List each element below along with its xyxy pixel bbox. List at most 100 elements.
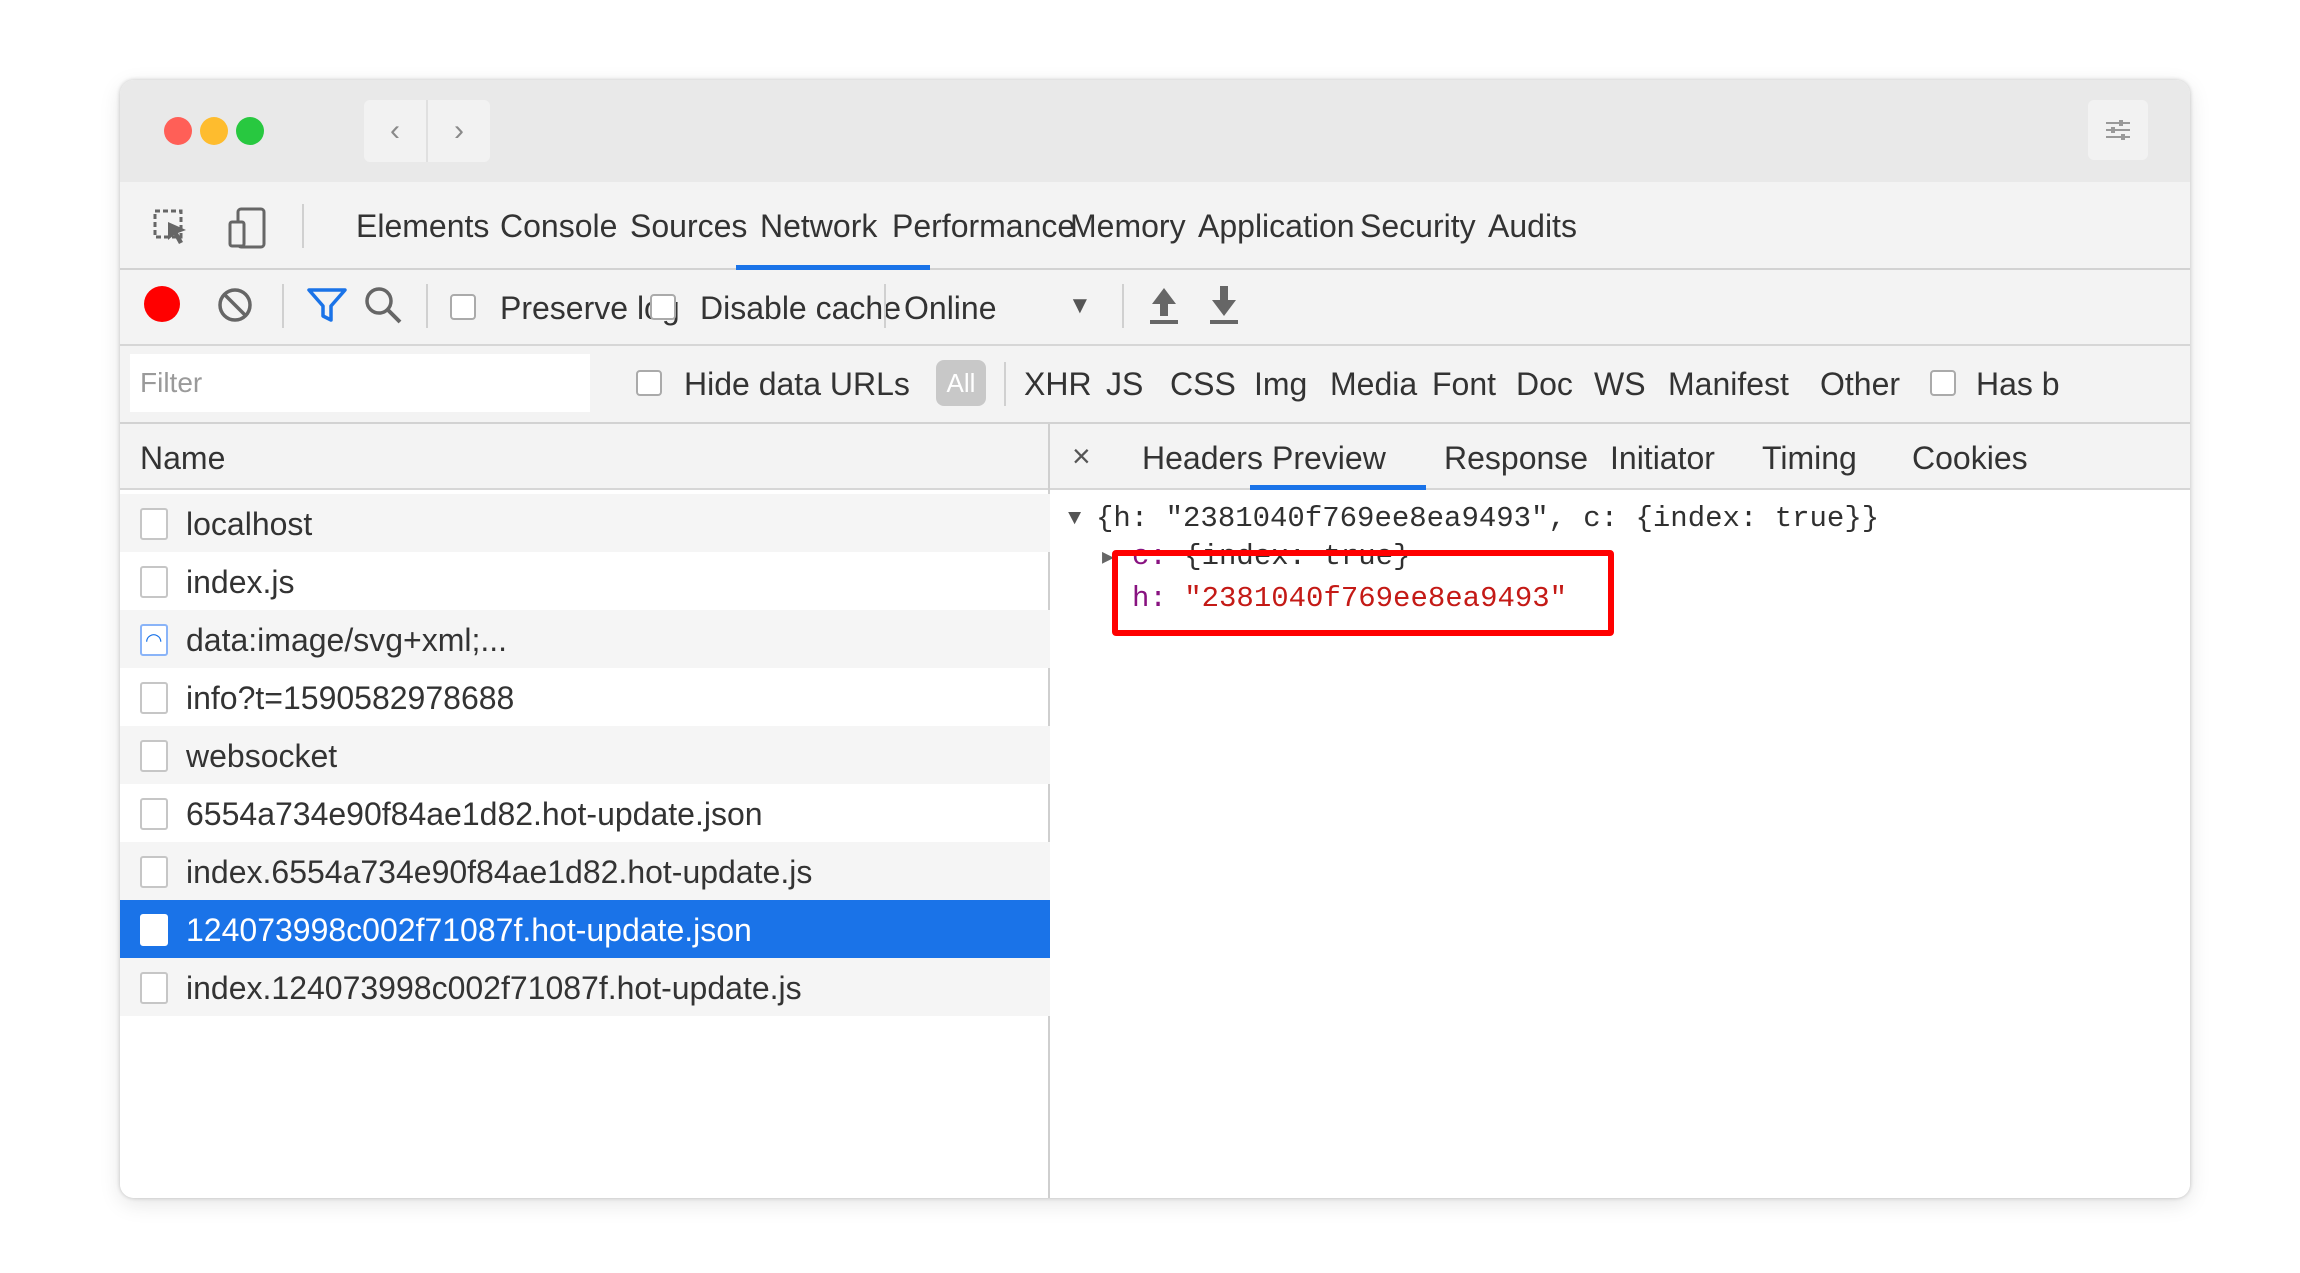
devtools-tabbar: Elements Console Sources Network Perform… xyxy=(120,182,2190,270)
request-name: websocket xyxy=(186,738,338,774)
request-row-selected[interactable]: 124073998c002f71087f.hot-update.json xyxy=(120,900,1050,958)
hide-data-urls-checkbox[interactable] xyxy=(636,370,662,396)
filter-css[interactable]: CSS xyxy=(1170,366,1236,403)
menu-button[interactable] xyxy=(2088,100,2148,160)
clear-icon[interactable] xyxy=(216,286,254,324)
chevron-right-icon: › xyxy=(454,114,464,147)
request-row[interactable]: info?t=1590582978688 xyxy=(120,668,1050,726)
detail-tabbar: × Headers Preview Response Initiator Tim… xyxy=(1050,424,2190,490)
filter-icon[interactable] xyxy=(306,286,348,324)
tab-audits[interactable]: Audits xyxy=(1488,208,1577,245)
request-row[interactable]: index.js xyxy=(120,552,1050,610)
inspect-element-icon[interactable] xyxy=(152,208,192,248)
tab-sources[interactable]: Sources xyxy=(630,208,747,245)
tab-timing[interactable]: Timing xyxy=(1762,440,1857,477)
highlight-box xyxy=(1112,550,1614,636)
toolbar-divider xyxy=(282,284,284,328)
chevron-left-icon: ‹ xyxy=(390,114,400,147)
filter-all-button[interactable]: All xyxy=(936,360,986,406)
filter-input[interactable]: Filter xyxy=(130,354,590,412)
request-name: index.6554a734e90f84ae1d82.hot-update.js xyxy=(186,854,813,890)
expand-triangle-icon[interactable]: ▼ xyxy=(1068,506,1081,531)
export-har-icon[interactable] xyxy=(1206,284,1242,326)
filter-img[interactable]: Img xyxy=(1254,366,1307,403)
filter-xhr[interactable]: XHR xyxy=(1024,366,1092,403)
request-name: index.124073998c002f71087f.hot-update.js xyxy=(186,970,802,1006)
request-name: index.js xyxy=(186,564,295,600)
preserve-log-checkbox[interactable] xyxy=(450,294,476,320)
document-icon xyxy=(140,508,168,540)
close-icon[interactable]: × xyxy=(1072,438,1091,475)
filter-js[interactable]: JS xyxy=(1106,366,1143,403)
filter-divider xyxy=(1004,362,1006,406)
close-window-button[interactable] xyxy=(164,117,192,145)
minimize-window-button[interactable] xyxy=(200,117,228,145)
tab-performance[interactable]: Performance xyxy=(892,208,1075,245)
tab-memory[interactable]: Memory xyxy=(1070,208,1186,245)
tab-initiator[interactable]: Initiator xyxy=(1610,440,1715,477)
file-icon xyxy=(140,682,168,714)
request-name: 124073998c002f71087f.hot-update.json xyxy=(186,912,752,948)
filter-media[interactable]: Media xyxy=(1330,366,1417,403)
file-icon xyxy=(140,798,168,830)
has-blocked-checkbox[interactable] xyxy=(1930,370,1956,396)
script-file-icon xyxy=(140,856,168,888)
script-file-icon xyxy=(140,566,168,598)
disable-cache-label: Disable cache xyxy=(700,290,901,326)
request-row[interactable]: index.124073998c002f71087f.hot-update.js xyxy=(120,958,1050,1016)
request-name: data:image/svg+xml;... xyxy=(186,622,508,658)
image-file-icon: ◠ xyxy=(140,624,168,656)
request-row[interactable]: websocket xyxy=(120,726,1050,784)
tab-security[interactable]: Security xyxy=(1360,208,1476,245)
filter-font[interactable]: Font xyxy=(1432,366,1496,403)
toolbar-divider xyxy=(426,284,428,328)
nav-buttons: ‹ › xyxy=(364,100,490,162)
tab-console[interactable]: Console xyxy=(500,208,617,245)
search-icon[interactable] xyxy=(362,284,404,326)
network-toolbar: Preserve log Disable cache Online ▼ xyxy=(120,270,2190,346)
tab-headers[interactable]: Headers xyxy=(1142,440,1263,477)
tab-application[interactable]: Application xyxy=(1198,208,1355,245)
device-toolbar-icon[interactable] xyxy=(226,206,270,250)
toolbar-divider xyxy=(302,204,304,248)
request-name: 6554a734e90f84ae1d82.hot-update.json xyxy=(186,796,763,832)
filter-bar: Filter Hide data URLs All XHR JS CSS Img… xyxy=(120,346,2190,424)
filter-manifest[interactable]: Manifest xyxy=(1668,366,1789,403)
requests-panel: Name localhost index.js ◠ data:image/svg… xyxy=(120,424,1050,1198)
throttling-select[interactable]: Online xyxy=(904,290,997,327)
request-row[interactable]: index.6554a734e90f84ae1d82.hot-update.js xyxy=(120,842,1050,900)
request-name: localhost xyxy=(186,506,313,542)
json-root-line[interactable]: {h: "2381040f769ee8ea9493", c: {index: t… xyxy=(1096,502,1879,535)
filter-other[interactable]: Other xyxy=(1820,366,1900,403)
request-row[interactable]: localhost xyxy=(120,494,1050,552)
request-detail-panel: × Headers Preview Response Initiator Tim… xyxy=(1050,424,2190,1198)
filter-doc[interactable]: Doc xyxy=(1516,366,1573,403)
back-button[interactable]: ‹ xyxy=(364,100,426,162)
browser-window: ‹ › Elements Console Sources Network Per… xyxy=(120,80,2190,1198)
hide-data-urls-label: Hide data URLs xyxy=(684,366,910,402)
toolbar-divider xyxy=(1122,284,1124,328)
request-row[interactable]: ◠ data:image/svg+xml;... xyxy=(120,610,1050,668)
record-button[interactable] xyxy=(144,286,180,322)
tab-network[interactable]: Network xyxy=(760,208,877,245)
forward-button[interactable]: › xyxy=(426,100,490,162)
tab-elements[interactable]: Elements xyxy=(356,208,489,245)
sliders-icon xyxy=(2106,120,2130,140)
script-file-icon xyxy=(140,972,168,1004)
maximize-window-button[interactable] xyxy=(236,117,264,145)
title-bar: ‹ › xyxy=(120,80,2190,182)
request-row[interactable]: 6554a734e90f84ae1d82.hot-update.json xyxy=(120,784,1050,842)
name-column-label: Name xyxy=(140,440,226,476)
has-blocked-label: Has b xyxy=(1976,366,2060,402)
import-har-icon[interactable] xyxy=(1146,284,1182,326)
tab-preview[interactable]: Preview xyxy=(1272,440,1386,477)
name-column-header[interactable]: Name xyxy=(120,424,1048,490)
filter-ws[interactable]: WS xyxy=(1594,366,1646,403)
file-icon xyxy=(140,914,168,946)
tab-cookies[interactable]: Cookies xyxy=(1912,440,2028,477)
request-name: info?t=1590582978688 xyxy=(186,680,515,716)
disable-cache-checkbox[interactable] xyxy=(650,294,676,320)
file-icon xyxy=(140,740,168,772)
tab-response[interactable]: Response xyxy=(1444,440,1588,477)
toolbar-divider xyxy=(884,284,886,328)
